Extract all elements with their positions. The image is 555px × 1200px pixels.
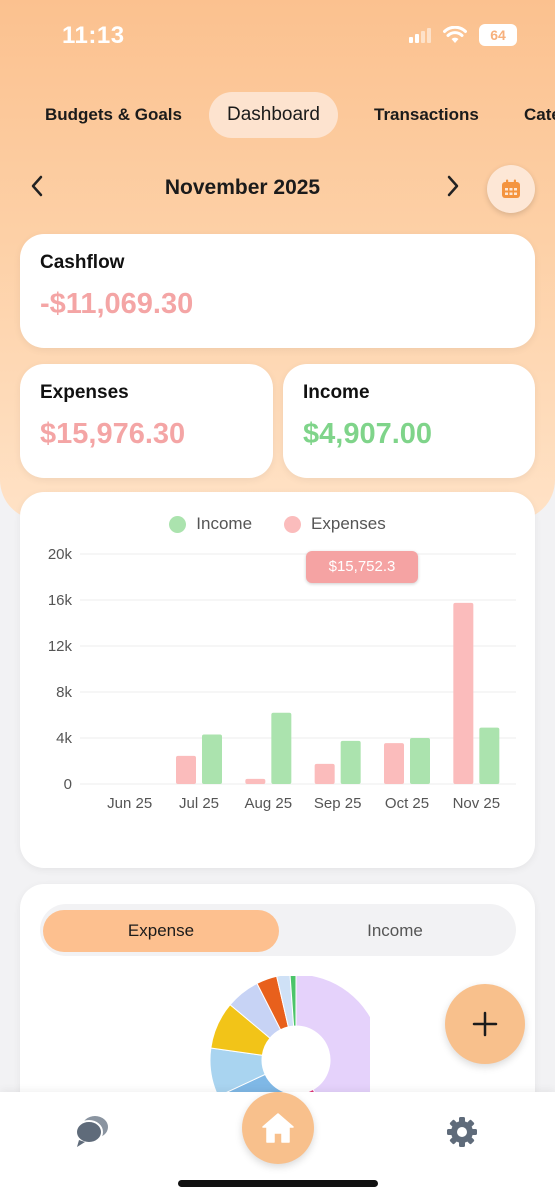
cellular-signal-icon: [409, 27, 431, 43]
income-bar: [479, 727, 500, 784]
y-tick-label: 20k: [48, 546, 73, 563]
x-tick-label: Aug 25: [245, 795, 293, 812]
battery-indicator: 64: [479, 24, 517, 46]
expenses-bar: [453, 602, 474, 784]
expenses-card[interactable]: Expenses $15,976.30: [20, 364, 273, 478]
income-bar: [202, 734, 222, 784]
y-tick-label: 0: [64, 776, 72, 793]
expenses-label: Expenses: [40, 382, 129, 403]
income-card[interactable]: Income $4,907.00: [283, 364, 535, 478]
settings-button[interactable]: [444, 1114, 480, 1155]
bar-chart: 0 4k 8k 12k 16k 20k Jun 25 Jul 25 Aug 25 Sep 25 Oc…: [48, 546, 516, 812]
month-navigation: November 2025: [0, 164, 555, 214]
type-segmented-control: Expense Income: [40, 904, 516, 956]
segment-expense[interactable]: Expense: [43, 910, 279, 952]
home-icon: [262, 1113, 294, 1143]
cashflow-label: Cashflow: [40, 252, 125, 273]
home-indicator: [178, 1180, 378, 1187]
expenses-bar: [245, 778, 266, 784]
month-title: November 2025: [164, 176, 321, 199]
donut-slice[interactable]: [295, 976, 370, 1106]
expenses-bar: [176, 755, 196, 784]
income-expenses-chart-card: Income Expenses 0 4k 8k 12k 16k 20k Jun 25 Jul …: [20, 492, 535, 868]
tab-categories[interactable]: Cate: [524, 92, 555, 138]
calendar-button[interactable]: [487, 165, 535, 213]
home-button[interactable]: [242, 1092, 314, 1164]
income-bar: [271, 712, 292, 784]
income-label: Income: [303, 382, 370, 403]
add-transaction-button[interactable]: [445, 984, 525, 1064]
chat-bubble-icon: [75, 1116, 108, 1147]
gear-icon: [447, 1117, 477, 1147]
x-tick-label: Jul 25: [179, 795, 219, 812]
income-bar: [410, 738, 430, 784]
income-bar: [340, 740, 361, 784]
tab-budgets-goals[interactable]: Budgets & Goals: [45, 92, 182, 138]
chat-button[interactable]: [74, 1114, 110, 1153]
tab-transactions[interactable]: Transactions: [374, 92, 479, 138]
top-tabs: Budgets & Goals Dashboard Transactions C…: [0, 92, 555, 140]
category-donut-chart[interactable]: [190, 976, 370, 1106]
tab-dashboard[interactable]: Dashboard: [209, 92, 338, 138]
chevron-right-icon[interactable]: [446, 174, 460, 203]
calendar-icon: [502, 179, 520, 198]
cashflow-card[interactable]: Cashflow -$11,069.30: [20, 234, 535, 348]
chart-tooltip: $15,752.3: [306, 551, 418, 583]
y-tick-label: 8k: [56, 684, 72, 701]
segment-income[interactable]: Income: [277, 910, 513, 952]
status-bar: 11:13 64: [0, 0, 555, 76]
x-tick-label: Oct 25: [385, 795, 429, 812]
expenses-value: $15,976.30: [40, 418, 186, 450]
expenses-bar: [314, 763, 335, 784]
y-tick-label: 12k: [48, 638, 73, 655]
income-value: $4,907.00: [303, 418, 433, 450]
x-tick-label: Nov 25: [453, 795, 501, 812]
x-tick-label: Sep 25: [314, 795, 362, 812]
y-tick-label: 16k: [48, 592, 73, 609]
x-tick-label: Jun 25: [107, 795, 152, 812]
wifi-icon: [443, 26, 467, 43]
expenses-bar: [384, 743, 404, 784]
plus-icon: [472, 1011, 498, 1037]
status-time: 11:13: [62, 22, 125, 49]
y-tick-label: 4k: [56, 730, 72, 747]
cashflow-value: -$11,069.30: [40, 288, 194, 320]
status-icons: 64: [409, 24, 517, 46]
